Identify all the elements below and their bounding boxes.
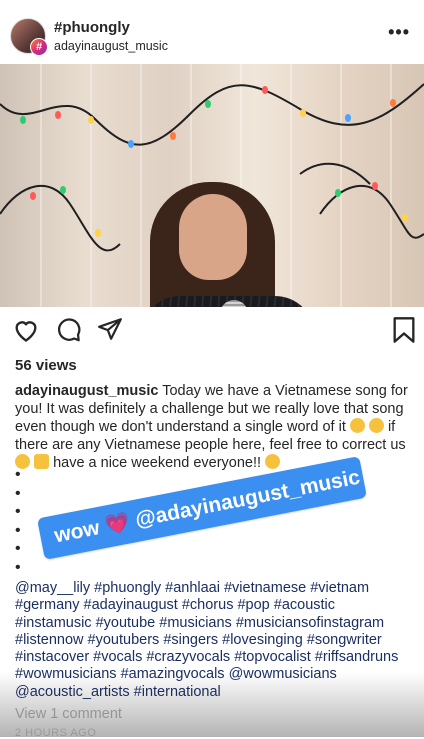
view-comments-link[interactable]: View 1 comment xyxy=(15,706,122,722)
share-icon[interactable] xyxy=(97,316,123,342)
thumbs-up-emoji-icon xyxy=(34,454,50,469)
bullet: • xyxy=(15,558,21,576)
light-bulb xyxy=(95,229,101,237)
light-bulb xyxy=(205,100,211,108)
post-username[interactable]: #phuongly xyxy=(54,19,130,36)
light-bulb xyxy=(402,214,408,222)
bullet: • xyxy=(15,540,21,557)
post-subtitle[interactable]: adayinaugust_music xyxy=(54,39,168,53)
post-header: # #phuongly adayinaugust_music ••• xyxy=(0,0,424,64)
hashtag-badge-icon: # xyxy=(30,38,48,56)
bookmark-icon[interactable] xyxy=(392,316,416,344)
bullet: • xyxy=(15,466,21,483)
light-bulb xyxy=(88,116,94,124)
sticker-word: wow xyxy=(52,516,102,548)
heart-icon[interactable] xyxy=(12,316,40,344)
light-bulb xyxy=(345,114,351,122)
sticker-mention[interactable]: @adayinaugust_music xyxy=(133,466,361,532)
comment-icon[interactable] xyxy=(55,316,82,343)
light-bulb xyxy=(55,111,61,119)
grinning-emoji-icon xyxy=(368,418,384,433)
light-bulb xyxy=(20,116,26,124)
post-video[interactable] xyxy=(0,64,424,307)
light-bulb xyxy=(128,140,134,148)
caption-author[interactable]: adayinaugust_music xyxy=(15,383,158,399)
light-bulb xyxy=(60,186,66,194)
caption-text-3: have a nice weekend everyone!! xyxy=(53,455,262,471)
hashtag-list[interactable]: @may__lily #phuongly #anhlaai #vietnames… xyxy=(15,580,415,701)
more-options-icon[interactable]: ••• xyxy=(388,22,410,43)
view-count[interactable]: 56 views xyxy=(15,357,77,374)
bullet: • xyxy=(15,521,21,539)
singer-face xyxy=(179,194,247,280)
post-timestamp: 2 HOURS AGO xyxy=(15,727,97,739)
laughing-emoji-icon xyxy=(349,418,365,433)
light-bulb xyxy=(372,182,378,190)
heart-emoji-icon: 💗 xyxy=(103,511,132,538)
smile-emoji-icon xyxy=(265,454,281,469)
light-bulb xyxy=(30,192,36,200)
bullet: • xyxy=(15,484,21,502)
light-bulb xyxy=(390,99,396,107)
light-bulb xyxy=(262,86,268,94)
light-bulb xyxy=(300,109,306,117)
caption-bullets: • • • • • • xyxy=(15,466,21,577)
light-bulb xyxy=(170,132,176,140)
light-bulb xyxy=(335,189,341,197)
bullet: • xyxy=(15,503,21,520)
action-bar xyxy=(0,316,424,350)
